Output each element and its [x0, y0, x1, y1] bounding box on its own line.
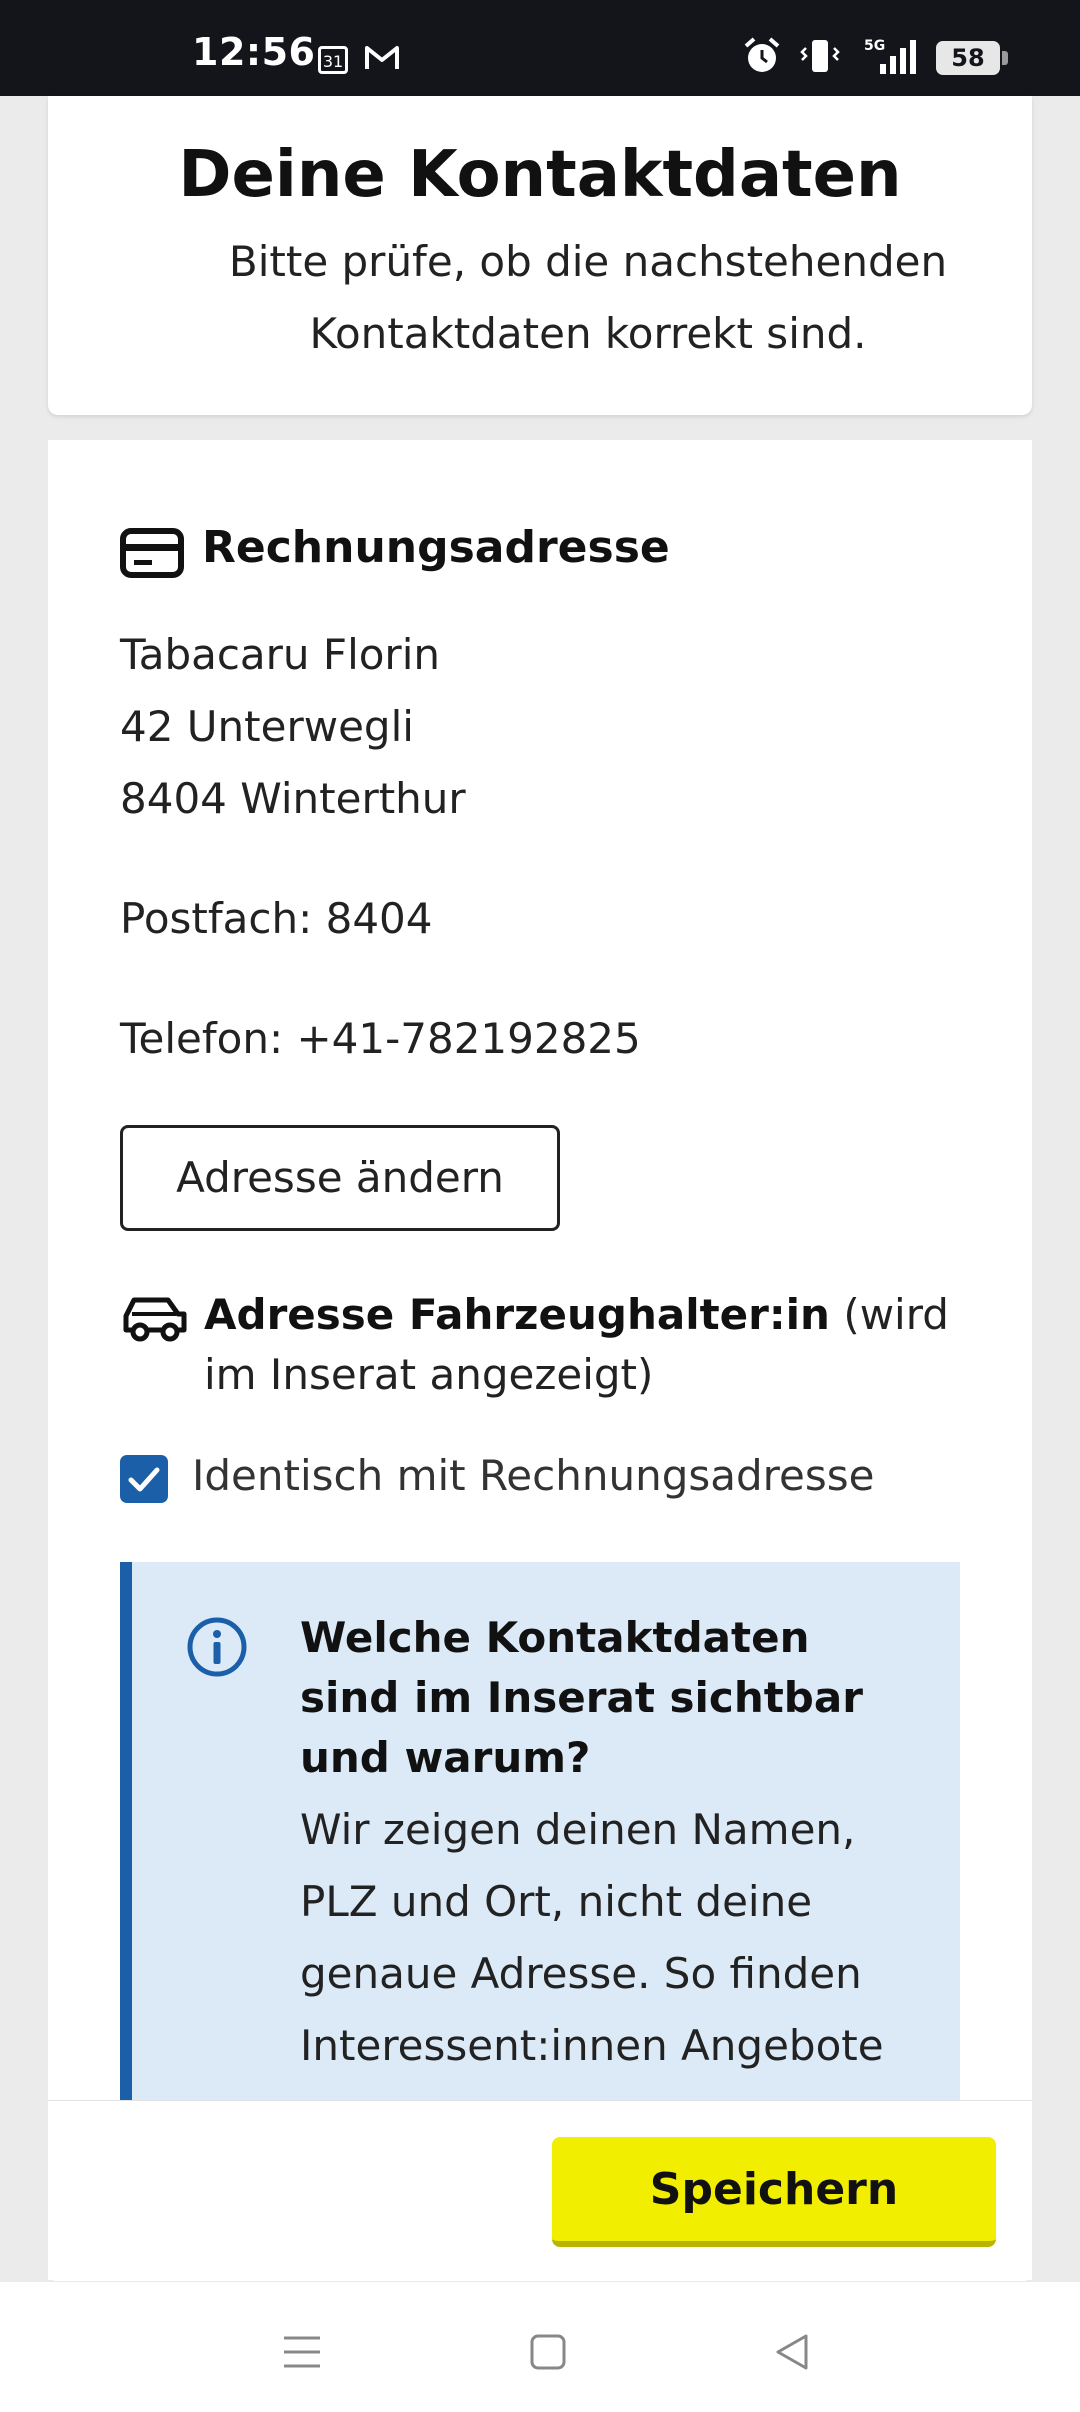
holder-title: Adresse Fahrzeughalter:in: [204, 1290, 830, 1339]
billing-section-header: Rechnungsadresse: [120, 522, 670, 582]
change-address-button[interactable]: Adresse ändern: [120, 1125, 560, 1231]
car-icon: [120, 1292, 190, 1348]
alarm-icon: [742, 36, 782, 80]
vibrate-icon: [800, 36, 840, 80]
info-title: Welche Kontaktdaten sind im Inserat sich…: [300, 1613, 863, 1782]
status-time: 12:56: [192, 30, 316, 74]
page-subtitle: Bitte prüfe, ob die nachstehenden Kontak…: [228, 237, 948, 358]
back-nav-icon[interactable]: [762, 2322, 822, 2382]
svg-text:5G: 5G: [864, 38, 885, 54]
footer-bar: Speichern: [48, 2100, 1032, 2281]
billing-city: 8404 Winterthur: [120, 774, 466, 823]
billing-phone: Telefon: +41-782192825: [120, 1014, 641, 1063]
system-nav-bar: [0, 2282, 1080, 2412]
page-title: Deine Kontaktdaten: [178, 138, 902, 212]
battery-icon: 58: [936, 41, 1008, 75]
signal-5g-icon: 5G: [858, 36, 918, 80]
billing-title: Rechnungsadresse: [202, 522, 670, 573]
status-bar: 12:56 31 5G 58: [0, 0, 1080, 96]
billing-street: 42 Unterwegli: [120, 702, 414, 751]
main-card: Rechnungsadresse Tabacaru Florin 42 Unte…: [48, 440, 1032, 2280]
save-button[interactable]: Speichern: [552, 2137, 996, 2247]
calendar-icon: 31: [318, 46, 348, 74]
billing-name: Tabacaru Florin: [120, 630, 440, 679]
menu-nav-icon[interactable]: [272, 2322, 332, 2382]
status-icons: 5G 58: [742, 36, 1008, 80]
billing-postbox: Postfach: 8404: [120, 894, 433, 943]
holder-section-header: Adresse Fahrzeughalter:in (wird im Inser…: [204, 1285, 994, 1405]
identical-address-checkbox[interactable]: [120, 1455, 168, 1503]
info-icon: [186, 1616, 248, 1682]
credit-card-icon: [120, 528, 184, 582]
identical-address-label[interactable]: Identisch mit Rechnungsadresse: [192, 1451, 874, 1500]
header-card: Deine Kontaktdaten Bitte prüfe, ob die n…: [48, 96, 1032, 415]
checkmark-icon: [128, 1467, 160, 1492]
gmail-icon: [364, 44, 400, 76]
home-nav-icon[interactable]: [518, 2322, 578, 2382]
info-body: Wir zeigen deinen Namen, PLZ und Ort, ni…: [300, 1805, 884, 2070]
